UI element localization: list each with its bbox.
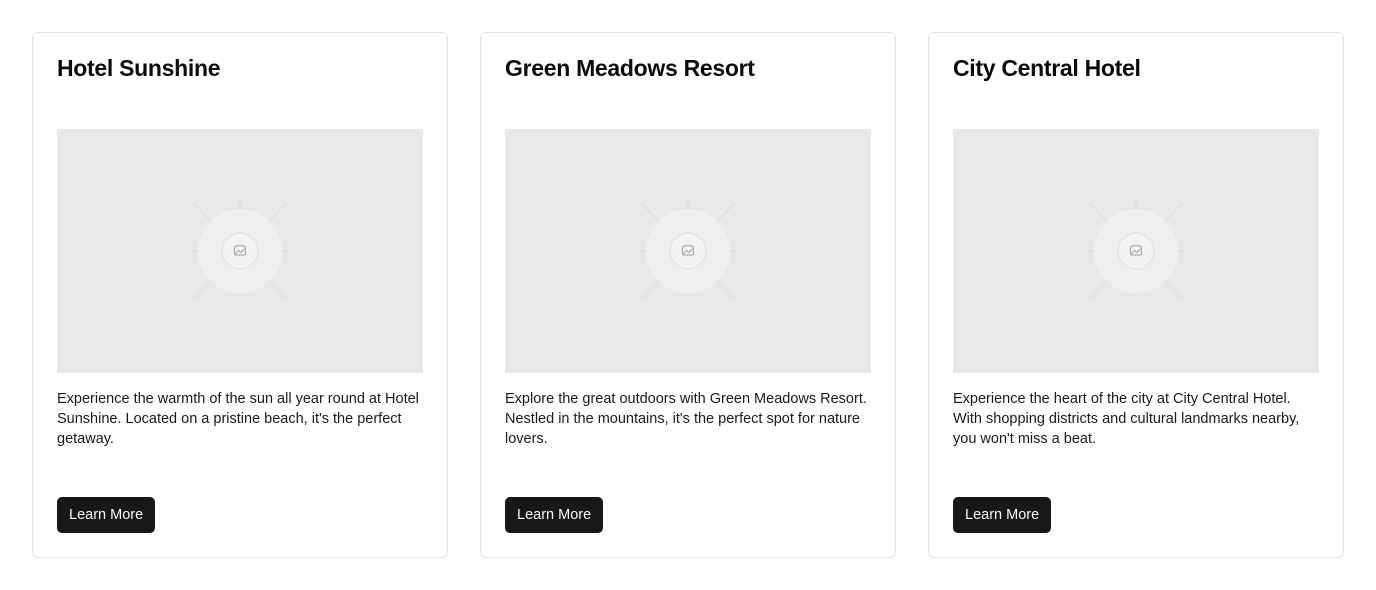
- learn-more-button[interactable]: Learn More: [505, 497, 604, 533]
- hotel-card: Green Meadows Resort Explore the great o…: [480, 32, 896, 558]
- learn-more-button[interactable]: Learn More: [57, 497, 156, 533]
- card-title: Hotel Sunshine: [57, 55, 221, 81]
- card-title: City Central Hotel: [953, 55, 1141, 81]
- hotel-card: City Central Hotel Experience the heart …: [928, 32, 1344, 558]
- hotel-card: Hotel Sunshine Experience the warmth of …: [32, 32, 448, 558]
- card-image-placeholder: [953, 129, 1319, 373]
- card-image-placeholder: [505, 129, 871, 373]
- card-title: Green Meadows Resort: [505, 55, 755, 81]
- hotel-card-grid: Hotel Sunshine Experience the warmth of …: [32, 32, 1344, 558]
- image-placeholder-icon: [1086, 201, 1186, 301]
- learn-more-button[interactable]: Learn More: [953, 497, 1052, 533]
- card-description: Experience the heart of the city at City…: [953, 391, 1300, 447]
- card-description: Explore the great outdoors with Green Me…: [505, 391, 867, 447]
- card-image-placeholder: [57, 129, 423, 373]
- image-placeholder-icon: [638, 201, 738, 301]
- image-placeholder-icon: [190, 201, 290, 301]
- card-description: Experience the warmth of the sun all yea…: [57, 391, 419, 447]
